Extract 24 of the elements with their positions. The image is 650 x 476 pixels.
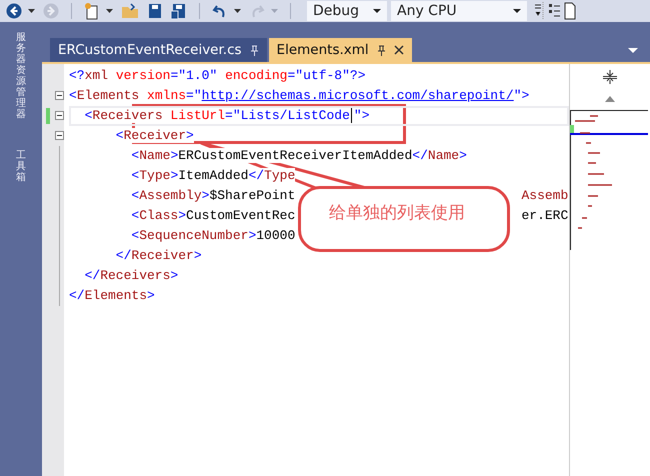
tab-list-dropdown-icon[interactable] (628, 48, 638, 53)
document-tab[interactable]: Elements.xml (268, 38, 412, 62)
callout-text: 给单独的列表使用 (329, 202, 465, 224)
platform-dropdown[interactable]: Any CPU (391, 1, 527, 21)
collapse-icon[interactable] (55, 91, 64, 100)
collapse-icon[interactable] (55, 131, 64, 140)
dropdown-caret-icon[interactable] (234, 9, 241, 13)
collapse-icon[interactable] (55, 111, 64, 120)
toolbar-icons-drawing (535, 2, 577, 20)
pin-icon[interactable] (376, 44, 386, 56)
dropdown-caret-icon[interactable] (106, 9, 113, 13)
document-tab[interactable]: ERCustomEventReceiver.cs (50, 38, 267, 62)
side-tab[interactable]: 工具箱 (16, 150, 26, 183)
configuration-dropdown[interactable]: Debug (307, 1, 387, 21)
scroll-up-icon[interactable] (605, 96, 615, 102)
dropdown-caret-icon[interactable] (373, 9, 381, 13)
back-button[interactable] (4, 3, 24, 19)
text-cursor (350, 108, 352, 124)
dropdown-caret-icon[interactable] (28, 9, 35, 13)
close-icon[interactable] (394, 45, 404, 55)
splitter-icon[interactable] (603, 70, 617, 84)
dropdown-caret-icon[interactable] (513, 9, 521, 13)
side-tab[interactable]: 服务器资源管理器 (16, 32, 26, 120)
open-folder-button[interactable] (119, 3, 141, 19)
